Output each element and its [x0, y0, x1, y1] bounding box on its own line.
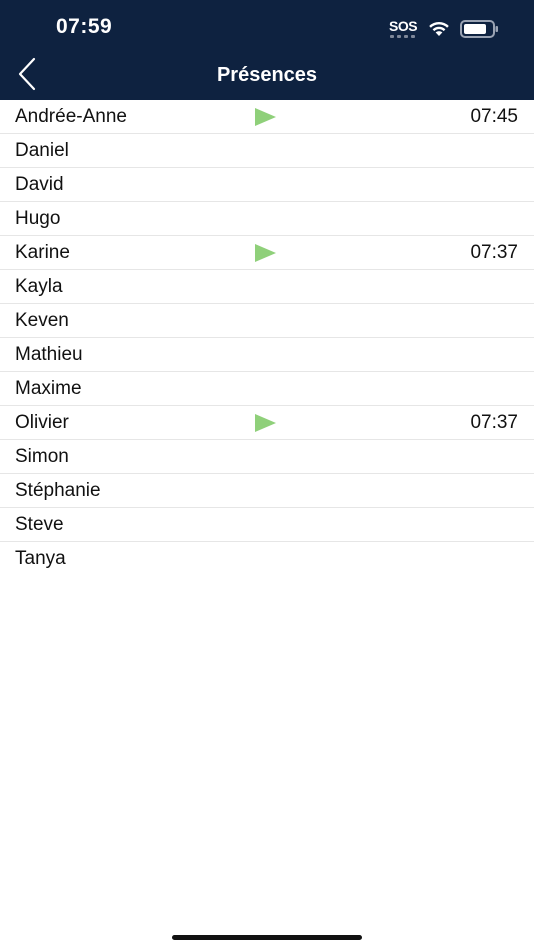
person-name: Karine: [15, 242, 70, 263]
list-item[interactable]: Tanya: [0, 542, 534, 575]
play-arrow-icon: [255, 414, 276, 432]
list-item[interactable]: Mathieu: [0, 338, 534, 372]
person-name: Stéphanie: [15, 480, 101, 501]
person-name: Keven: [15, 310, 69, 331]
arrival-time: 07:37: [470, 242, 518, 263]
person-name: David: [15, 174, 64, 195]
person-name: Hugo: [15, 208, 61, 229]
list-item[interactable]: Keven: [0, 304, 534, 338]
arrival-time: 07:45: [470, 106, 518, 127]
sos-indicator: SOS: [389, 18, 418, 34]
list-item[interactable]: Simon: [0, 440, 534, 474]
list-item[interactable]: Maxime: [0, 372, 534, 406]
attendance-list: Andrée-Anne 07:45 Daniel David Hugo Kari…: [0, 100, 534, 575]
list-item[interactable]: Andrée-Anne 07:45: [0, 100, 534, 134]
play-arrow-icon: [255, 244, 276, 262]
page-title: Présences: [216, 64, 318, 86]
person-name: Simon: [15, 446, 69, 467]
person-name: Tanya: [15, 548, 66, 569]
person-name: Maxime: [15, 378, 82, 399]
person-name: Daniel: [15, 140, 69, 161]
home-indicator[interactable]: [172, 935, 362, 940]
person-name: Andrée-Anne: [15, 106, 127, 127]
battery-icon: [460, 20, 498, 38]
list-item[interactable]: David: [0, 168, 534, 202]
status-time: 07:59: [56, 15, 113, 38]
list-item[interactable]: Olivier 07:37: [0, 406, 534, 440]
person-name: Olivier: [15, 412, 69, 433]
list-item[interactable]: Kayla: [0, 270, 534, 304]
play-arrow-icon: [255, 108, 276, 126]
list-item[interactable]: Hugo: [0, 202, 534, 236]
list-item[interactable]: Steve: [0, 508, 534, 542]
person-name: Kayla: [15, 276, 63, 297]
person-name: Mathieu: [15, 344, 83, 365]
wifi-icon: [429, 21, 449, 36]
list-item[interactable]: Stéphanie: [0, 474, 534, 508]
arrival-time: 07:37: [470, 412, 518, 433]
list-item[interactable]: Daniel: [0, 134, 534, 168]
list-item[interactable]: Karine 07:37: [0, 236, 534, 270]
person-name: Steve: [15, 514, 64, 535]
app-header: 07:59 SOS Présences: [0, 0, 534, 100]
signal-dots-icon: [390, 35, 418, 38]
